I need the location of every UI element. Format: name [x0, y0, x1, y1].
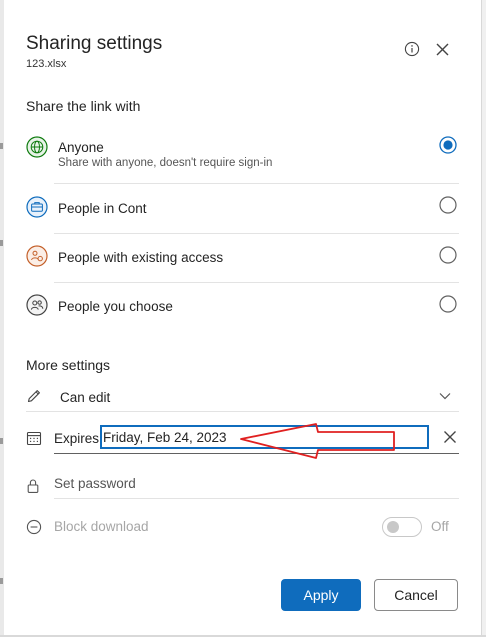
- divider: [54, 183, 459, 184]
- close-icon[interactable]: [434, 41, 451, 58]
- briefcase-icon: [26, 196, 48, 218]
- edge-mark: [0, 578, 3, 584]
- edge-mark: [0, 143, 3, 149]
- divider: [54, 233, 459, 234]
- share-option-existing-access[interactable]: People with existing access: [26, 244, 459, 270]
- share-option-people-you-choose[interactable]: People you choose: [26, 293, 459, 319]
- background-window-edge-right: [481, 0, 486, 637]
- divider: [54, 282, 459, 283]
- radio-unselected[interactable]: [439, 246, 457, 264]
- radio-unselected[interactable]: [439, 295, 457, 313]
- permission-value: Can edit: [60, 390, 111, 405]
- background-window-edge-left: [0, 0, 4, 637]
- people-existing-icon: [26, 245, 48, 267]
- edge-mark: [0, 240, 3, 246]
- share-option-description: Share with anyone, doesn't require sign-…: [58, 157, 273, 169]
- calendar-icon: [26, 431, 42, 446]
- divider: [54, 453, 459, 454]
- share-option-label: People with existing access: [58, 250, 224, 265]
- edge-mark: [0, 438, 3, 444]
- block-download-toggle[interactable]: [382, 517, 422, 537]
- expires-label: Expires: [54, 431, 100, 446]
- toggle-knob: [387, 521, 399, 533]
- share-option-people-in-org[interactable]: People in Cont: [26, 194, 459, 220]
- lock-icon: [27, 479, 39, 493]
- dialog-title: Sharing settings: [26, 33, 163, 54]
- people-choose-icon: [26, 294, 48, 316]
- more-settings-heading: More settings: [26, 357, 111, 373]
- share-option-anyone[interactable]: Anyone Share with anyone, doesn't requir…: [26, 134, 459, 178]
- file-name: 123.xlsx: [26, 58, 67, 70]
- toggle-state-text: Off: [431, 519, 449, 534]
- expiration-date-input[interactable]: [100, 425, 429, 449]
- cancel-button[interactable]: Cancel: [374, 579, 458, 611]
- permission-dropdown[interactable]: Can edit: [26, 386, 459, 408]
- clear-date-icon[interactable]: [443, 430, 457, 444]
- globe-icon: [26, 136, 48, 158]
- block-icon: [26, 519, 42, 535]
- chevron-down-icon: [439, 393, 451, 400]
- radio-unselected[interactable]: [439, 196, 457, 214]
- apply-button[interactable]: Apply: [281, 579, 361, 611]
- divider: [26, 411, 459, 412]
- share-link-with-heading: Share the link with: [26, 98, 141, 114]
- block-download-label: Block download: [54, 519, 149, 534]
- password-row[interactable]: Set password: [26, 472, 459, 496]
- password-placeholder: Set password: [54, 476, 136, 491]
- info-icon[interactable]: [404, 41, 420, 57]
- pencil-icon: [27, 390, 40, 403]
- share-option-label: People in Cont: [58, 201, 147, 216]
- divider: [54, 498, 459, 499]
- share-option-label: Anyone: [58, 140, 104, 155]
- radio-selected[interactable]: [439, 136, 457, 154]
- share-option-label: People you choose: [58, 299, 173, 314]
